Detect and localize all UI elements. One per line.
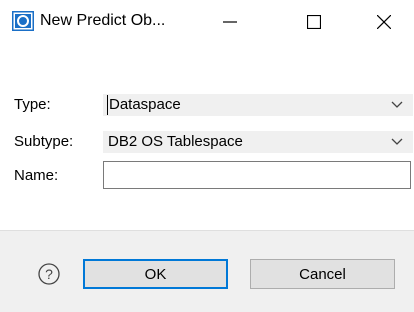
- title-bar: New Predict Ob...: [0, 0, 414, 44]
- maximize-button[interactable]: [286, 0, 342, 44]
- type-select-value: Dataspace: [107, 95, 181, 115]
- maximize-icon: [307, 15, 321, 29]
- chevron-down-icon: [391, 101, 403, 108]
- name-input[interactable]: [103, 161, 411, 189]
- ok-button[interactable]: OK: [83, 259, 228, 289]
- minimize-icon: [223, 21, 237, 23]
- window-title: New Predict Ob...: [40, 12, 166, 29]
- close-button[interactable]: [356, 0, 412, 44]
- subtype-select[interactable]: DB2 OS Tablespace: [103, 131, 413, 153]
- name-label: Name:: [14, 167, 59, 184]
- form-area: Type: Dataspace Subtype: DB2 OS Tablespa…: [0, 44, 414, 230]
- cancel-button[interactable]: Cancel: [250, 259, 395, 289]
- close-icon: [377, 15, 391, 29]
- question-circle-icon[interactable]: ?: [38, 263, 60, 285]
- svg-text:?: ?: [45, 266, 53, 282]
- type-select[interactable]: Dataspace: [103, 94, 413, 116]
- chevron-down-icon: [391, 138, 403, 145]
- subtype-select-value: DB2 OS Tablespace: [108, 133, 243, 150]
- type-label: Type:: [14, 96, 51, 113]
- minimize-button[interactable]: [202, 0, 258, 44]
- subtype-label: Subtype:: [14, 133, 74, 150]
- app-icon: [12, 11, 34, 31]
- dialog-footer: ? OK Cancel: [0, 230, 414, 312]
